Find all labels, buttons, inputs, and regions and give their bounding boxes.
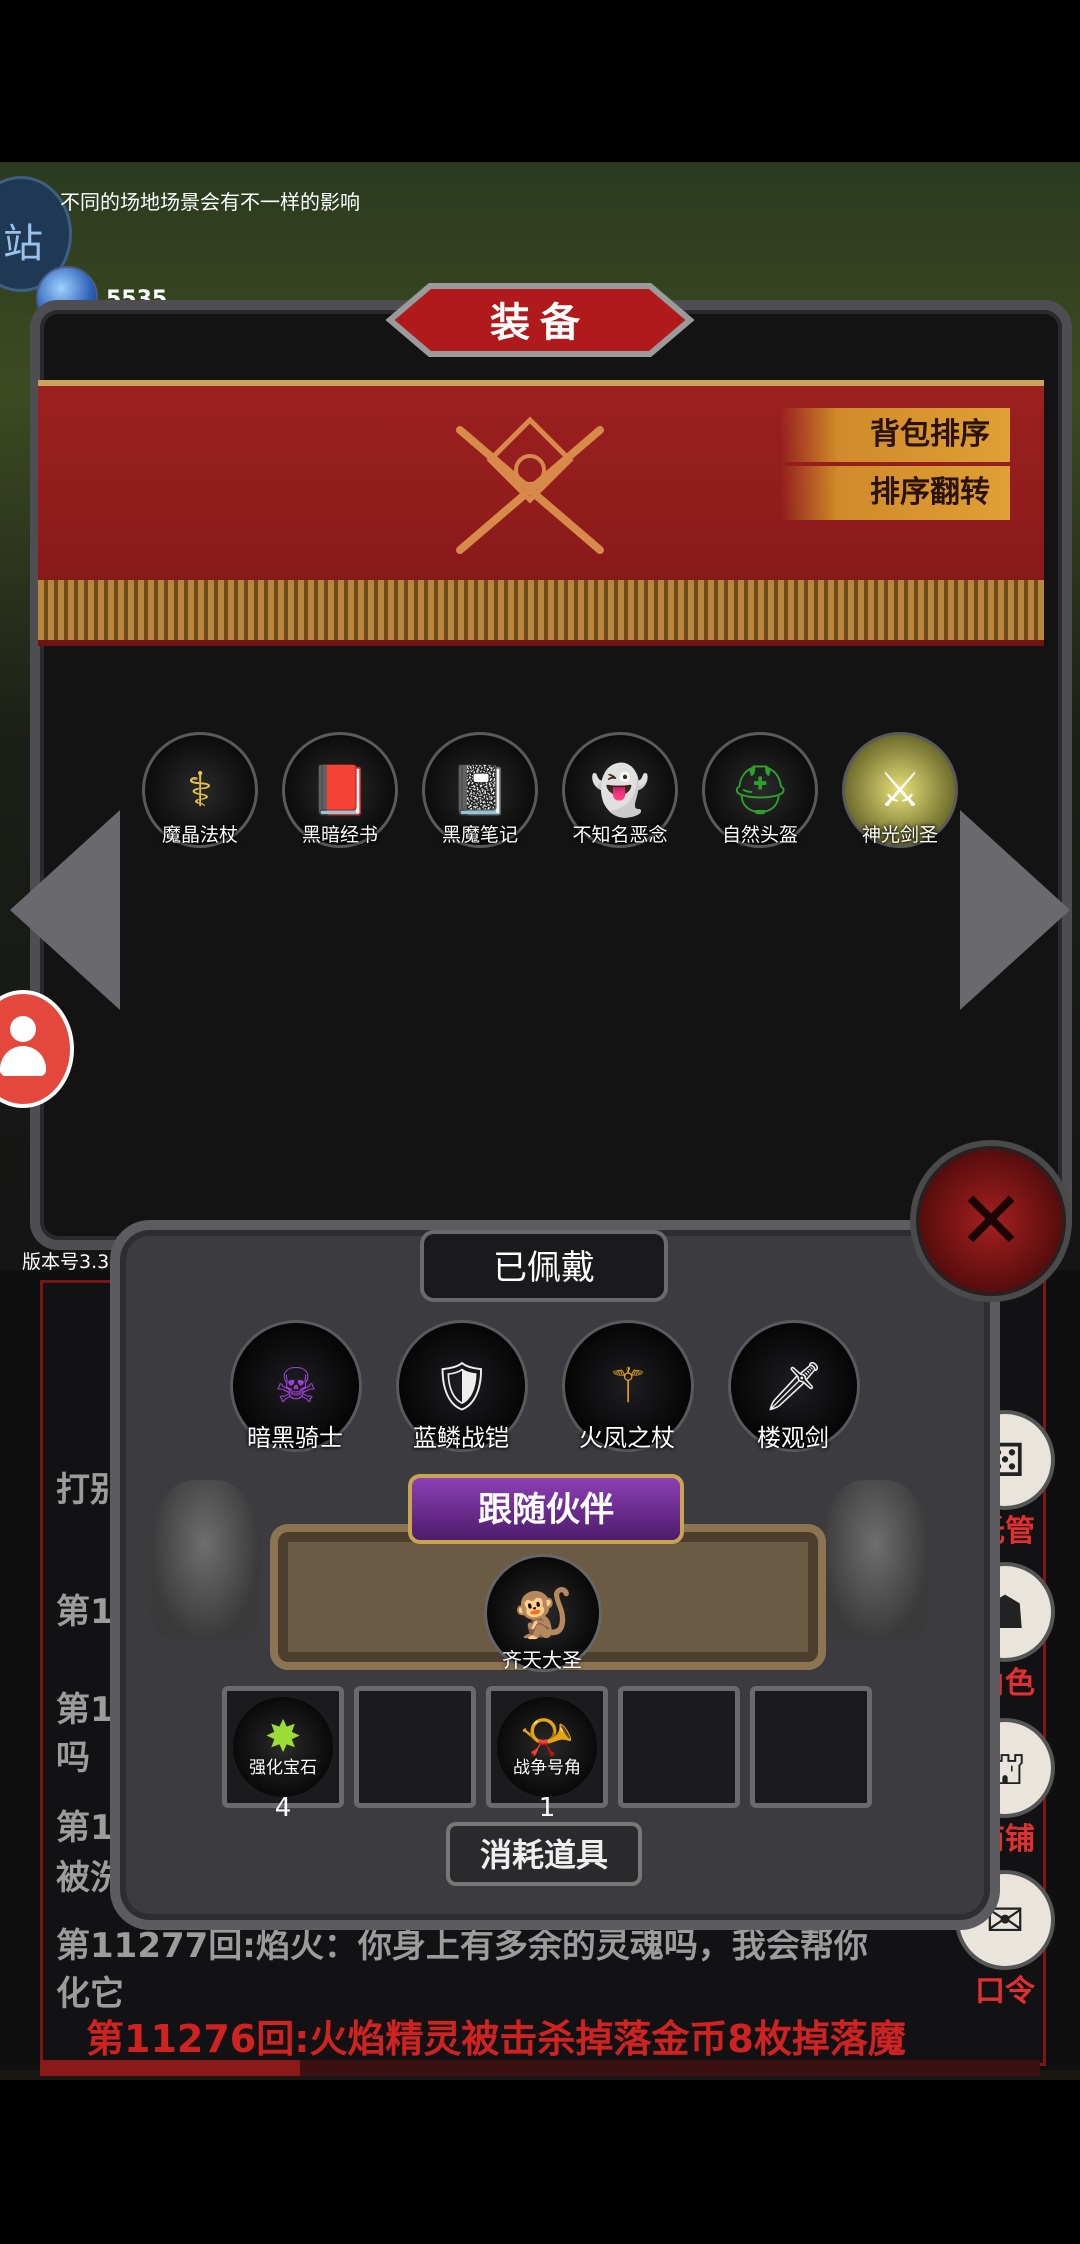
consumable-slot[interactable]: ✸ 强化宝石 4 [222, 1686, 344, 1823]
bag-item-label: 黑魔笔记 [441, 824, 518, 846]
helmet-icon: ⛑ [729, 762, 791, 819]
equipped-title: 已佩戴 [493, 1248, 595, 1288]
consumable-label: 强化宝石 [249, 1758, 317, 1778]
equipped-item-label: 火凤之杖 [579, 1424, 675, 1452]
panel-title: 装备 [490, 300, 590, 346]
gargoyle-statue-left [150, 1480, 260, 1640]
phoenix-staff-icon: ⚚ [606, 1358, 650, 1414]
equipped-item-label: 楼观剑 [757, 1424, 829, 1452]
consumable-slot-empty[interactable] [750, 1686, 872, 1808]
chat-scroll-fill [40, 2060, 300, 2076]
consumables-title: 消耗道具 [479, 1836, 608, 1874]
knight-icon: ⚔ [878, 762, 922, 818]
consumable-slot-empty[interactable] [618, 1686, 740, 1808]
crossed-swords-crest-icon [456, 416, 604, 554]
consumable-count: 1 [538, 1793, 556, 1823]
consumable-slot[interactable]: 📯 战争号角 1 [486, 1686, 608, 1823]
bag-item-label: 神光剑圣 [861, 824, 938, 846]
scene-hint-text: 不同的场地场景会有不一样的影响 [60, 190, 360, 214]
left-tab-glyph: 站 [3, 221, 43, 267]
ghost-icon: 👻 [590, 762, 650, 819]
bag-item[interactable]: ⚕ 魔晶法杖 [142, 732, 258, 848]
notebook-icon: 📓 [450, 762, 510, 819]
bag-item-label: 黑暗经书 [301, 824, 378, 846]
close-icon: ✕ [957, 1174, 1025, 1267]
side-menu-label: 口令 [975, 1974, 1035, 2009]
bag-item[interactable]: 📕 黑暗经书 [282, 732, 398, 848]
version-label: 版本号3.39 [22, 1251, 122, 1273]
sort-bag-button[interactable]: 背包排序 [780, 408, 1010, 462]
chat-latest-line: 第11276回:火焰精灵被击杀掉落金币8枚掉落魔 [86, 2017, 906, 2061]
equipped-item-label: 蓝鳞战铠 [413, 1424, 509, 1452]
chat-line: 吗 [56, 1738, 90, 1778]
equipped-item-label: 暗黑骑士 [247, 1424, 343, 1452]
companion-title: 跟随伙伴 [478, 1490, 614, 1530]
banner-fringe [38, 580, 1044, 640]
bag-item[interactable]: 👻 不知名恶念 [562, 732, 678, 848]
bag-item-label: 自然头盔 [721, 824, 798, 846]
green-gem-icon: ✸ [233, 1697, 333, 1797]
monkey-king-icon: 🐒 [513, 1585, 573, 1642]
bag-item[interactable]: 📓 黑魔笔记 [422, 732, 538, 848]
consumable-count: 4 [274, 1793, 292, 1823]
gargoyle-statue-right [820, 1480, 930, 1640]
book-icon: 📕 [310, 762, 370, 819]
next-page-arrow-icon[interactable] [960, 810, 1070, 1010]
consumable-label: 战争号角 [513, 1758, 581, 1778]
equipped-item[interactable]: 🗡 楼观剑 [728, 1320, 860, 1453]
chat-scroll-bar[interactable] [40, 2060, 1040, 2076]
prev-page-arrow-icon[interactable] [10, 810, 120, 1010]
war-horn-icon: 📯 [497, 1697, 597, 1797]
close-button[interactable]: ✕ [910, 1140, 1072, 1302]
companion-item[interactable]: 🐒 齐天大圣 [484, 1554, 602, 1673]
reverse-sort-button[interactable]: 排序翻转 [780, 466, 1010, 520]
bag-item-label: 不知名恶念 [572, 824, 668, 846]
equipped-item[interactable]: ⚚ 火凤之杖 [562, 1320, 694, 1453]
sword-icon: 🗡 [763, 1358, 825, 1415]
companion-label: 齐天大圣 [502, 1648, 582, 1672]
armor-icon: 🛡 [431, 1358, 493, 1415]
dark-knight-icon: ☠ [274, 1358, 318, 1414]
bag-item-label: 魔晶法杖 [161, 824, 238, 846]
consumable-slot-empty[interactable] [354, 1686, 476, 1808]
bag-item[interactable]: ⚔ 神光剑圣 [842, 732, 958, 848]
equipped-item[interactable]: 🛡 蓝鳞战铠 [396, 1320, 528, 1453]
staff-icon: ⚕ [187, 762, 213, 818]
chat-line: 第1 [56, 1808, 114, 1848]
equipped-item[interactable]: ☠ 暗黑骑士 [230, 1320, 362, 1453]
bag-item[interactable]: ⛑ 自然头盔 [702, 732, 818, 848]
